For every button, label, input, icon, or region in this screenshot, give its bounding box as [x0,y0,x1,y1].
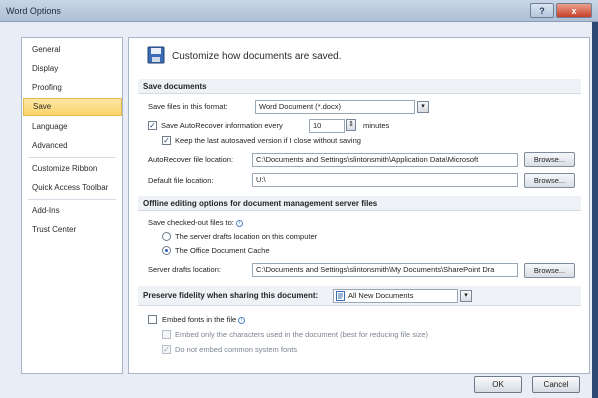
checked-out-label: Save checked-out files to: i [148,218,243,227]
radio-server-drafts[interactable] [162,232,171,241]
embed-fonts-checkbox[interactable] [148,315,157,324]
keep-last-checkbox[interactable]: ✓ [162,136,171,145]
minutes-label: minutes [363,121,390,130]
browse-drafts-button[interactable]: Browse... [524,263,575,278]
options-panel: Customize how documents are saved. Save … [128,37,590,374]
radio-office-cache[interactable] [162,246,171,255]
sidebar-item-display[interactable]: Display [23,60,122,78]
sidebar-item-advanced[interactable]: Advanced [23,137,122,155]
default-location-field[interactable]: U:\ [252,173,518,187]
drafts-location-label: Server drafts location: [148,265,221,274]
embed-fonts-text: Embed fonts in the file [162,315,237,324]
format-select[interactable]: Word Document (*.docx) [255,100,415,114]
sidebar-item-add-ins[interactable]: Add-Ins [23,202,122,220]
section-offline-editing: Offline editing options for document man… [138,196,581,211]
keep-last-label: Keep the last autosaved version if I clo… [175,136,361,145]
fidelity-label: Preserve fidelity when sharing this docu… [143,291,319,300]
server-drafts-option-label: The server drafts location on this compu… [175,232,318,241]
chevron-down-icon[interactable]: ▾ [460,290,472,302]
default-location-label: Default file location: [148,176,214,185]
no-common-fonts-label: Do not embed common system fonts [175,345,298,354]
browse-autorecover-button[interactable]: Browse... [524,152,575,167]
autorecover-checkbox[interactable]: ✓ [148,121,157,130]
title-bar: Word Options ? x [0,0,598,22]
dialog-body: General Display Proofing Save Language A… [0,22,598,398]
minutes-spinner[interactable]: ⇕ [346,119,356,131]
sidebar-item-proofing[interactable]: Proofing [23,79,122,97]
sidebar-item-trust-center[interactable]: Trust Center [23,221,122,239]
panel-header: Customize how documents are saved. [172,51,342,62]
no-common-fonts-checkbox[interactable]: ✓ [162,345,171,354]
cancel-button[interactable]: Cancel [532,376,580,393]
autorecover-location-label: AutoRecover file location: [148,155,234,164]
sidebar-divider [28,199,116,200]
embed-chars-label: Embed only the characters used in the do… [175,330,429,339]
fidelity-document-select[interactable]: All New Documents [333,289,458,303]
document-icon [336,291,345,301]
office-cache-option-label: The Office Document Cache [175,246,270,255]
sidebar-item-language[interactable]: Language [23,118,122,136]
chevron-down-icon[interactable]: ▾ [417,101,429,113]
autorecover-location-field[interactable]: C:\Documents and Settings\slintonsmith\A… [252,153,518,167]
sidebar-item-save[interactable]: Save [23,98,122,116]
ok-button[interactable]: OK [474,376,522,393]
checked-out-text: Save checked-out files to: [148,218,234,227]
embed-chars-checkbox[interactable] [162,330,171,339]
sidebar-item-general[interactable]: General [23,41,122,59]
window-title: Word Options [6,6,61,16]
sidebar: General Display Proofing Save Language A… [21,37,123,374]
save-icon [147,46,165,64]
drafts-location-field[interactable]: C:\Documents and Settings\slintonsmith\M… [252,263,518,277]
close-button[interactable]: x [556,3,592,18]
sidebar-item-customize-ribbon[interactable]: Customize Ribbon [23,160,122,178]
sidebar-divider [28,157,116,158]
autorecover-label: Save AutoRecover information every [161,121,283,130]
section-save-documents: Save documents [138,79,581,94]
sidebar-item-quick-access-toolbar[interactable]: Quick Access Toolbar [23,179,122,197]
embed-fonts-label: Embed fonts in the file i [162,315,246,324]
browse-default-button[interactable]: Browse... [524,173,575,188]
info-icon: i [235,219,243,227]
autorecover-minutes-input[interactable]: 10 [309,119,345,133]
desktop-background [592,22,598,398]
info-icon: i [238,316,246,324]
format-label: Save files in this format: [148,102,228,111]
help-button[interactable]: ? [530,3,554,18]
